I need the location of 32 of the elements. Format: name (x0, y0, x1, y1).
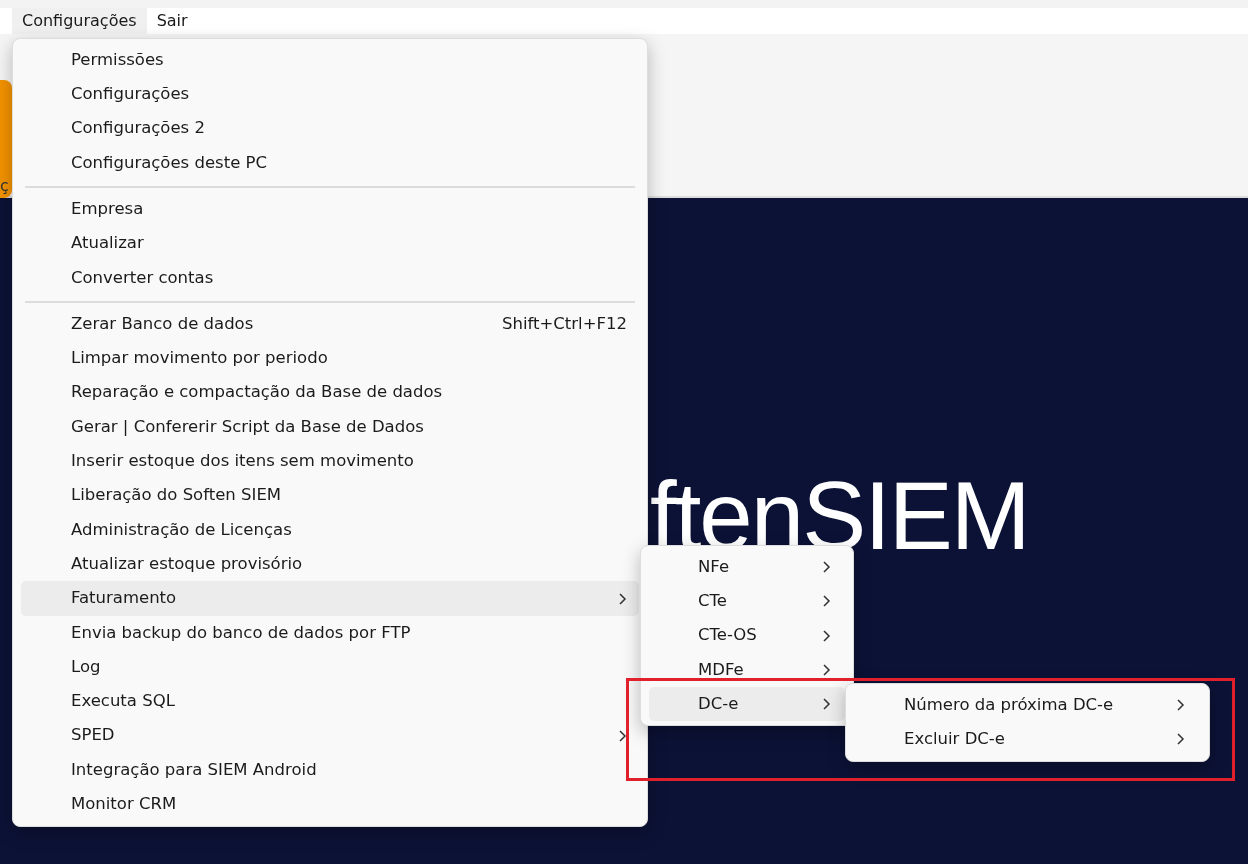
menu-item[interactable]: Reparação e compactação da Base de dados (21, 375, 639, 410)
menu-item[interactable]: CTe (649, 584, 845, 619)
menu-item[interactable]: Número da próxima DC-e (854, 688, 1201, 723)
menu-item[interactable]: Inserir estoque dos itens sem movimento (21, 444, 639, 479)
menu-item[interactable]: Faturamento (21, 581, 639, 616)
menu-item[interactable]: Administração de Licenças (21, 512, 639, 548)
menu-item[interactable]: Atualizar (21, 226, 639, 261)
menu-bar-item[interactable]: Configurações (12, 8, 147, 34)
menu-item[interactable]: Executa SQL (21, 684, 639, 719)
menu-item[interactable]: SPED (21, 718, 639, 753)
menu-item[interactable]: Limpar movimento por periodo (21, 341, 639, 376)
menu-item[interactable]: Excluir DC-e (854, 722, 1201, 757)
menu-item[interactable]: Gerar | Confererir Script da Base de Dados (21, 409, 639, 445)
menu-item[interactable]: Zerar Banco de dados Shift+Ctrl+F12 (21, 307, 639, 342)
menu-item[interactable]: Configurações (21, 77, 639, 112)
menu-item[interactable]: Envia backup do banco de dados por FTP (21, 615, 639, 651)
menu-item[interactable]: Configurações 2 (21, 111, 639, 146)
menu-item[interactable]: DC-e (649, 687, 845, 722)
menu-item[interactable]: CTe-OS (649, 618, 845, 653)
menu-item[interactable]: Permissões (21, 43, 639, 78)
menu-item[interactable]: Integração para SIEM Android (21, 752, 639, 788)
menu-item[interactable]: Converter contas (21, 260, 639, 296)
menu-item[interactable]: Log (21, 650, 639, 685)
menu-item[interactable]: Empresa (21, 192, 639, 227)
menu-item[interactable]: Liberação do Soften SIEM (21, 478, 639, 513)
menu-item[interactable]: Atualizar estoque provisório (21, 547, 639, 582)
logo-icon (0, 80, 12, 198)
menu-item[interactable]: Configurações deste PC (21, 145, 639, 181)
menu-bar-item[interactable]: Sair (146, 8, 198, 34)
toolbar-label: ç (0, 175, 9, 197)
menu-item[interactable]: Monitor CRM (21, 787, 639, 822)
menu-item[interactable]: MDFe (649, 652, 845, 688)
